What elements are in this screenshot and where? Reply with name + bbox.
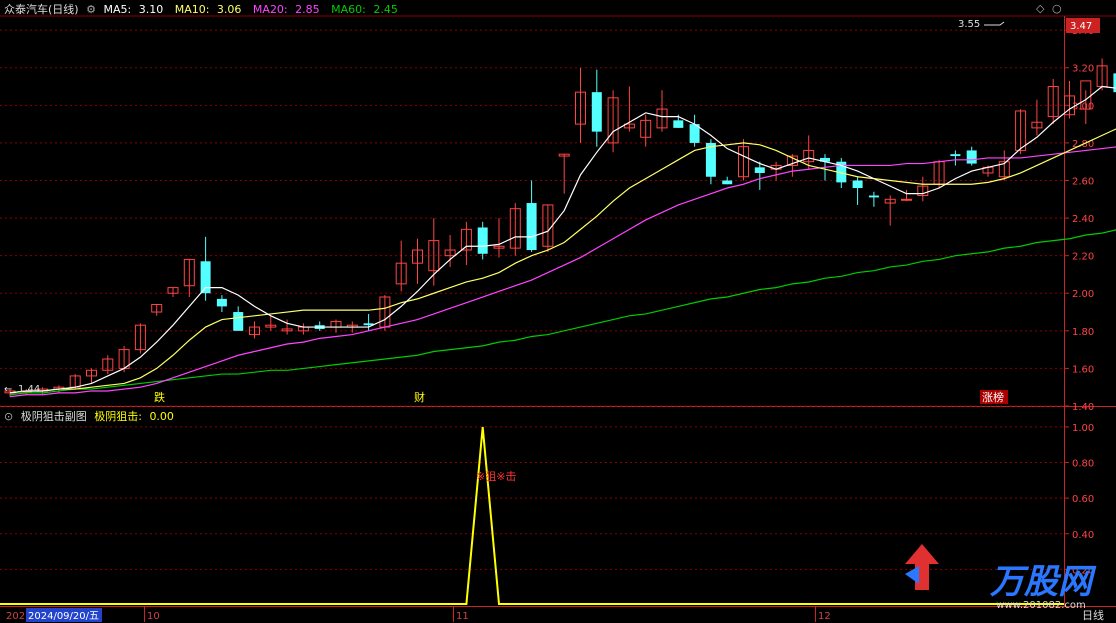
candle-body-down	[526, 203, 537, 251]
month-label-12: 12	[818, 611, 831, 622]
ma5-line	[9, 85, 1116, 394]
cursor-date: 2024/09/20/五	[28, 611, 99, 622]
candle-body-down	[673, 120, 684, 128]
candle-body-down	[966, 150, 977, 164]
month-label-11: 11	[456, 611, 469, 622]
watermark-url: www.201082.com	[996, 600, 1086, 611]
price-tick-label: 2.00	[1072, 289, 1094, 300]
candle-body-down	[722, 180, 733, 185]
high-annotation: 3.55	[958, 19, 980, 30]
candle-body-down	[233, 312, 244, 331]
chart-frames	[0, 15, 1116, 607]
signal-tick-label: 0.60	[1072, 494, 1094, 505]
candle-body-down	[868, 195, 879, 198]
signal-tick-label: 0.80	[1072, 459, 1094, 470]
candle-body-down	[591, 92, 602, 132]
ma10-line	[9, 128, 1116, 394]
low-annotation: 1.44	[18, 384, 40, 395]
candle-body-down	[477, 227, 488, 254]
kline-chart[interactable]: 3.403.203.002.802.602.402.202.001.801.60…	[0, 0, 1116, 623]
price-tick-label: 2.20	[1072, 252, 1094, 263]
candle-body-down	[216, 298, 227, 307]
time-axis-year-fragment: 202	[6, 611, 25, 622]
signal-tick-label: 0.40	[1072, 530, 1094, 541]
low-annotation-arrow: ←	[4, 384, 12, 395]
candle-body-down	[852, 180, 863, 189]
watermark-logo: 万股网 www.201082.com	[990, 564, 1092, 611]
candle-body-up	[901, 198, 912, 201]
price-tick-label: 1.60	[1072, 364, 1094, 375]
price-tick-label: 1.80	[1072, 327, 1094, 338]
badge-zhangbang[interactable]: 涨榜	[982, 390, 1004, 404]
price-axis: 3.403.203.002.802.602.402.202.001.801.60…	[1064, 26, 1094, 413]
current-price-value: 3.47	[1070, 21, 1092, 32]
badge-cai[interactable]: 财	[414, 390, 425, 404]
watermark-brand: 万股网	[990, 562, 1092, 602]
price-tick-label: 1.40	[1072, 402, 1094, 413]
ma60-line	[9, 229, 1116, 396]
price-tick-label: 2.60	[1072, 176, 1094, 187]
badge-die[interactable]: 跌	[154, 390, 165, 404]
moving-average-lines	[9, 85, 1116, 398]
signal-axis: 1.000.800.600.400.20	[1064, 423, 1094, 576]
candlestick-series	[4, 58, 1116, 397]
price-tick-label: 3.20	[1072, 64, 1094, 75]
candle-body-down	[754, 167, 765, 173]
watermark-arrow-icon	[905, 544, 939, 590]
signal-tick-label: 1.00	[1072, 423, 1094, 434]
price-tick-label: 2.40	[1072, 214, 1094, 225]
month-label-10: 10	[147, 611, 160, 622]
ma20-line	[9, 146, 1116, 398]
signal-annotation: ※狙※击	[476, 470, 516, 483]
candle-body-down	[950, 154, 961, 157]
high-annotation-arrow	[984, 21, 1005, 26]
